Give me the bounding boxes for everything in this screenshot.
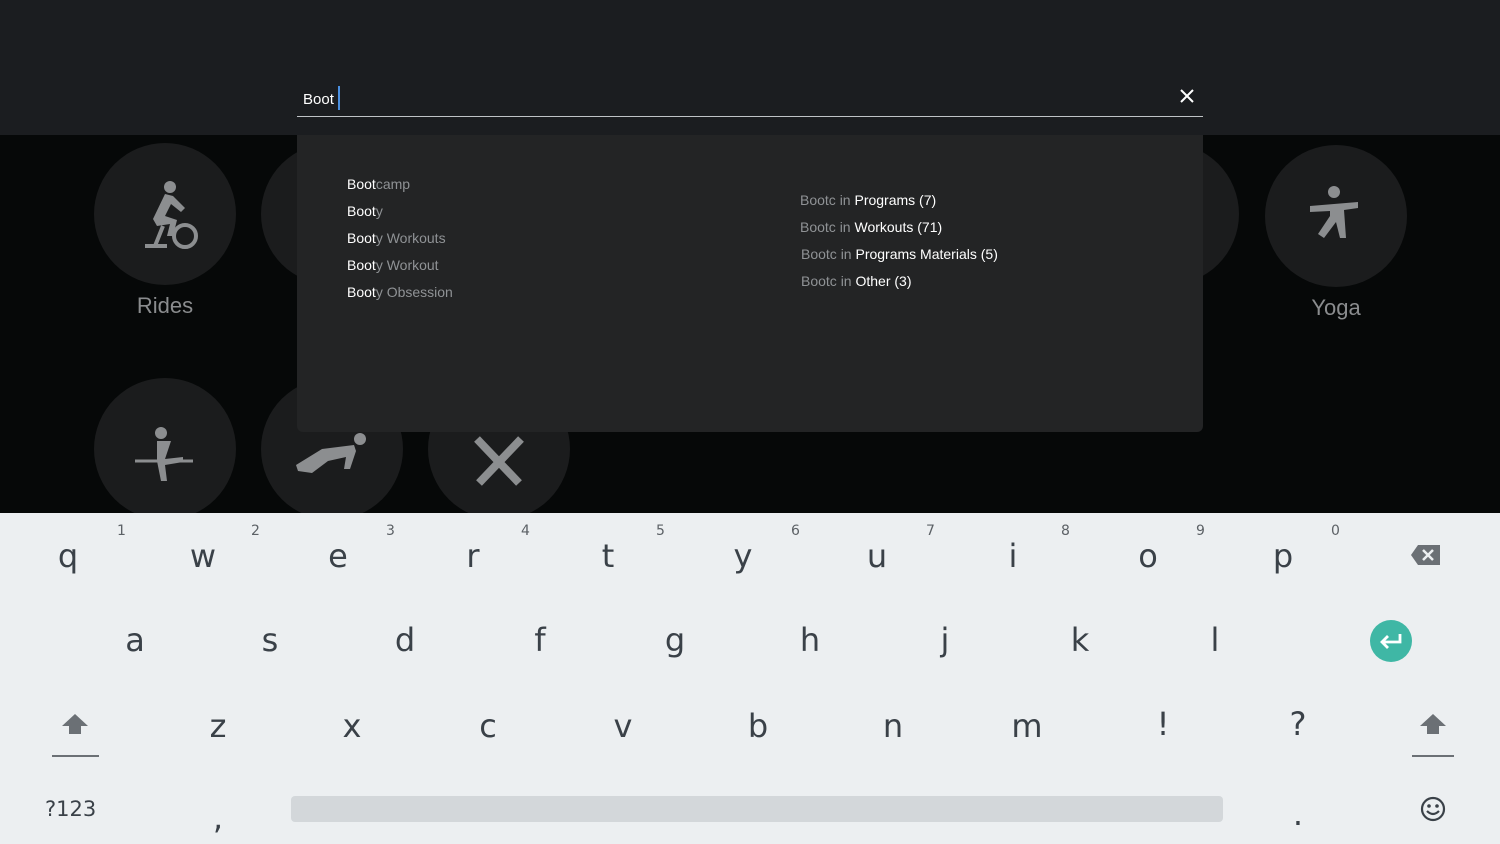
- key-hint-number: 3: [386, 523, 395, 539]
- key-v[interactable]: v: [593, 707, 653, 745]
- suggestion-item[interactable]: Booty Workout: [347, 257, 439, 273]
- scoped-suggestion[interactable]: Bootc in Workouts (71): [800, 219, 942, 235]
- suggestion-item[interactable]: Booty: [347, 203, 383, 219]
- search-field[interactable]: Boot: [297, 80, 1203, 117]
- shift-indicator: [1412, 755, 1454, 757]
- category-yoga[interactable]: [1265, 145, 1407, 287]
- key-y[interactable]: y: [713, 537, 773, 575]
- key-c[interactable]: c: [458, 707, 518, 745]
- text-caret: [337, 86, 340, 110]
- top-bar: Boot: [0, 0, 1500, 135]
- key-hint-number: 7: [926, 523, 935, 539]
- key-e[interactable]: e: [308, 537, 368, 575]
- key-z[interactable]: z: [188, 707, 248, 745]
- scoped-suggestion[interactable]: Bootc in Programs Materials (5): [801, 246, 998, 262]
- key-p[interactable]: p: [1253, 537, 1313, 575]
- category-yoga-label: Yoga: [1311, 295, 1361, 320]
- stretching-icon: [135, 427, 193, 481]
- key-g[interactable]: g: [645, 621, 705, 659]
- key-hint-number: 8: [1061, 523, 1070, 539]
- key-exclamation[interactable]: !: [1133, 705, 1193, 743]
- shift-icon[interactable]: [60, 712, 90, 738]
- key-u[interactable]: u: [847, 537, 907, 575]
- key-h[interactable]: h: [780, 621, 840, 659]
- key-question[interactable]: ?: [1268, 705, 1328, 743]
- key-w[interactable]: w: [173, 537, 233, 575]
- key-d[interactable]: d: [375, 621, 435, 659]
- key-r[interactable]: r: [443, 537, 503, 575]
- key-j[interactable]: j: [915, 621, 975, 659]
- key-hint-number: 0: [1331, 523, 1340, 539]
- key-o[interactable]: o: [1118, 537, 1178, 575]
- category-stretch[interactable]: [94, 378, 236, 520]
- suggestion-item[interactable]: Booty Obsession: [347, 284, 453, 300]
- symbols-key[interactable]: ?123: [45, 797, 96, 821]
- key-period[interactable]: .: [1268, 795, 1328, 833]
- key-l[interactable]: l: [1185, 621, 1245, 659]
- shift-indicator: [52, 755, 99, 757]
- key-hint-number: 9: [1196, 523, 1205, 539]
- key-q[interactable]: q: [38, 537, 98, 575]
- search-input[interactable]: Boot: [303, 86, 340, 112]
- key-hint-number: 4: [521, 523, 530, 539]
- space-bar[interactable]: [291, 796, 1223, 822]
- key-k[interactable]: k: [1050, 621, 1110, 659]
- yoga-icon: [1310, 186, 1358, 238]
- shift-icon[interactable]: [1418, 712, 1448, 738]
- suggestion-item[interactable]: Bootcamp: [347, 176, 410, 192]
- category-rides[interactable]: [94, 143, 236, 285]
- suggestion-item[interactable]: Booty Workouts: [347, 230, 446, 246]
- key-t[interactable]: t: [578, 537, 638, 575]
- key-hint-number: 2: [251, 523, 260, 539]
- scoped-suggestion[interactable]: Bootc in Programs (7): [800, 192, 936, 208]
- key-hint-number: 6: [791, 523, 800, 539]
- key-a[interactable]: a: [105, 621, 165, 659]
- key-hint-number: 5: [656, 523, 665, 539]
- key-m[interactable]: m: [997, 707, 1057, 745]
- key-b[interactable]: b: [728, 707, 788, 745]
- key-x[interactable]: x: [322, 707, 382, 745]
- key-f[interactable]: f: [510, 621, 570, 659]
- key-n[interactable]: n: [863, 707, 923, 745]
- close-icon[interactable]: [1175, 84, 1199, 108]
- category-rides-label: Rides: [136, 293, 194, 318]
- suggestion-dropdown: Bootcamp Booty Booty Workouts Booty Work…: [297, 135, 1203, 432]
- scoped-suggestion[interactable]: Bootc in Other (3): [801, 273, 912, 289]
- enter-icon[interactable]: [1370, 620, 1412, 662]
- emoji-icon[interactable]: [1420, 796, 1446, 822]
- key-i[interactable]: i: [983, 537, 1043, 575]
- key-comma[interactable]: ,: [188, 799, 248, 837]
- key-hint-number: 1: [117, 523, 126, 539]
- key-s[interactable]: s: [240, 621, 300, 659]
- cycling-icon: [145, 181, 198, 249]
- on-screen-keyboard: q w e r t y u i o p 1 2 3 4 5 6 7 8 9 0 …: [0, 513, 1500, 844]
- backspace-icon[interactable]: [1410, 543, 1442, 567]
